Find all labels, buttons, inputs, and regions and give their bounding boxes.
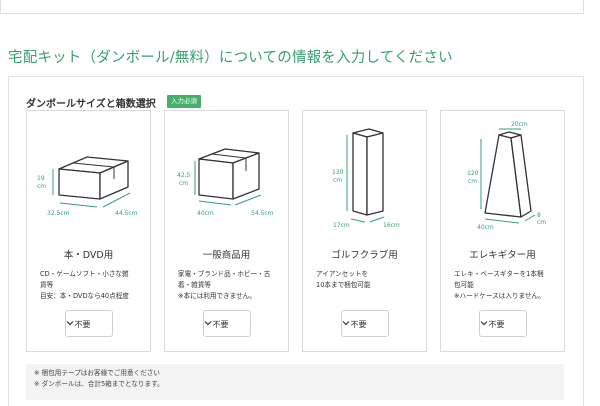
required-badge: 入力必須 [167, 95, 201, 108]
chevron-down-icon [66, 321, 73, 326]
chevron-down-icon [480, 321, 487, 326]
previous-section-box [0, 0, 584, 14]
note-tape: ※ 梱包用テープはお客様でご用意ください [34, 369, 160, 377]
dim-depth: 40cm [197, 210, 214, 217]
svg-text:cm: cm [537, 219, 546, 226]
notes-box: ※ 梱包用テープはお客様でご用意ください ※ ダンボールは、合計5箱までとなりま… [26, 364, 564, 400]
dim-width: 16cm [383, 222, 400, 229]
card-description: エレキ・ベースギターを1本梱 包可能 ※ハードケースは入りません。 [454, 270, 545, 300]
large-box-icon: 42.5 cm 40cm 54.5cm [177, 148, 274, 217]
dim-depth: 40cm [477, 224, 494, 229]
card-description: アイアンセットを 10本まで梱包可能 [316, 270, 371, 289]
svg-text:cm: cm [179, 180, 188, 187]
note-limit: ※ ダンボールは、合計5箱までとなります。 [34, 380, 164, 388]
section-heading: ダンボールサイズと箱数選択 [26, 99, 156, 110]
dim-top: 20cm [511, 121, 528, 128]
golf-box-icon: 130 cm 17cm 16cm [332, 128, 400, 229]
chevron-down-icon [204, 321, 211, 326]
quantity-select[interactable]: 不要 [64, 310, 113, 337]
dim-depth: 17cm [333, 222, 350, 229]
quantity-select[interactable]: 不要 [478, 310, 527, 337]
svg-text:cm: cm [333, 177, 342, 184]
card-title: エレキギター用 [469, 250, 536, 261]
small-box-icon: 19 cm 32.5cm 44.5cm [37, 156, 138, 217]
dim-depth: 32.5cm [47, 210, 70, 217]
card-title: 本・DVD用 [63, 250, 114, 261]
card-title: ゴルフクラブ用 [331, 250, 398, 261]
svg-text:120: 120 [467, 170, 479, 177]
box-card-general: 42.5 cm 40cm 54.5cm 一般商品用 家電・ブランド品・ホビー・古… [164, 110, 289, 352]
svg-text:130: 130 [332, 169, 344, 176]
page-title: 宅配キット（ダンボール/無料）についての情報を入力してください [8, 50, 453, 66]
svg-text:cm: cm [37, 183, 46, 190]
svg-text:cm: cm [468, 178, 477, 185]
svg-text:42.5: 42.5 [177, 172, 191, 179]
box-card-guitar: 20cm 120 cm 40cm 8 cm エレキギター用 エレキ・ベースギター… [440, 110, 565, 352]
box-card-golf: 130 cm 17cm 16cm ゴルフクラブ用 アイアンセットを 10本まで梱… [302, 110, 427, 352]
dim-height: 19 [37, 175, 45, 182]
dim-width: 54.5cm [251, 210, 274, 217]
chevron-down-icon [342, 321, 349, 326]
dim-width: 44.5cm [115, 210, 138, 217]
card-description: 家電・ブランド品・ホビー・古 着・雑貨等 ※本には利用できません。 [178, 270, 271, 300]
svg-text:8: 8 [537, 212, 541, 219]
guitar-box-icon: 20cm 120 cm 40cm 8 cm [467, 121, 546, 229]
card-description: CD・ゲームソフト・小さな雑 貨等 目安：本・DVDなら40点程度 [40, 270, 129, 300]
quantity-select[interactable]: 不要 [340, 310, 389, 337]
box-card-book-dvd: 19 cm 32.5cm 44.5cm 本・DVD用 CD・ゲームソフト・小さな… [26, 110, 151, 352]
card-title: 一般商品用 [202, 250, 251, 261]
quantity-select[interactable]: 不要 [202, 310, 251, 337]
